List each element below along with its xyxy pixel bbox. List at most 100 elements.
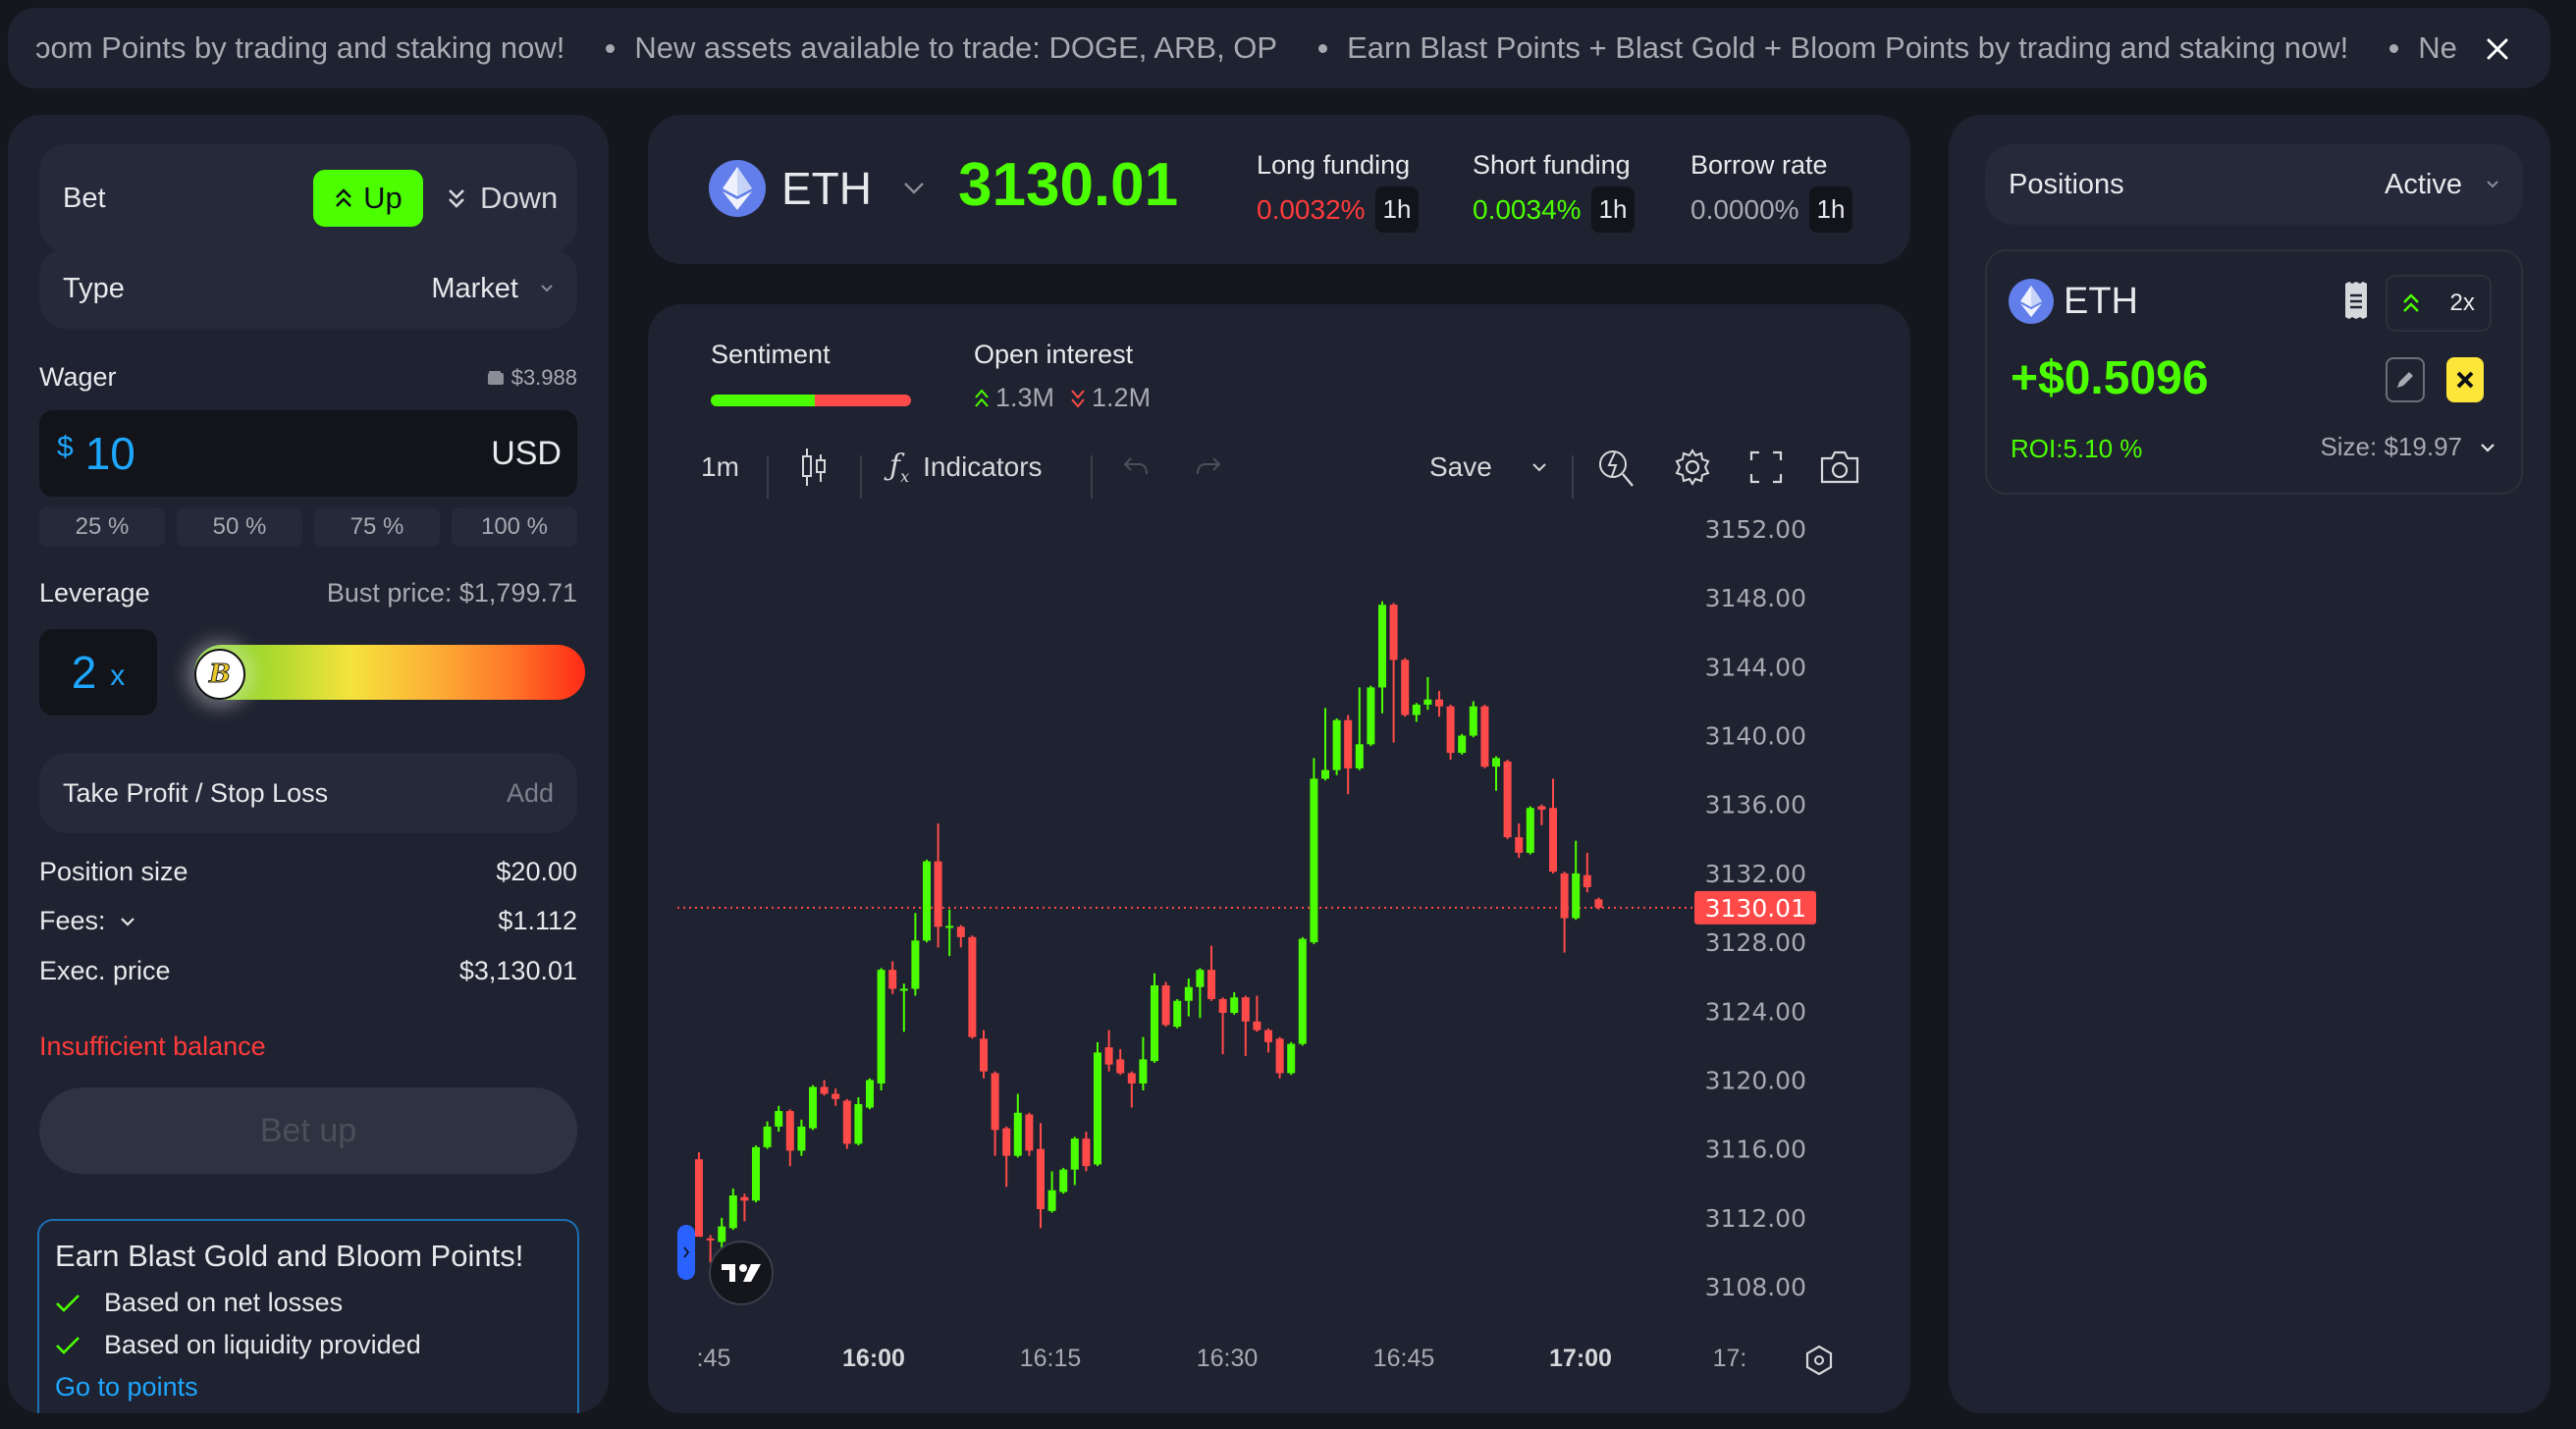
pct-50-button[interactable]: 50 %	[177, 507, 302, 547]
positions-filter-value: Active	[2385, 168, 2462, 200]
candle-body	[1480, 706, 1489, 767]
position-roi: ROI:5.10 %	[2011, 434, 2143, 463]
candle-body	[1208, 970, 1215, 999]
ticker-track: ɔom Points by trading and staking now! N…	[35, 8, 2457, 88]
tpsl-row[interactable]: Take Profit / Stop Loss Add	[39, 753, 577, 833]
price-chart[interactable]: 3152.00 3148.00 3144.00 3140.00 3136.00 3132.…	[648, 304, 1910, 1413]
bet-down-button[interactable]: Down	[447, 170, 558, 227]
position-size-toggle[interactable]: Size: $19.97	[2320, 432, 2496, 462]
candle	[899, 983, 908, 1032]
candle	[1037, 1123, 1045, 1229]
axis-settings-button[interactable]	[1804, 1345, 1834, 1376]
pct-75-button[interactable]: 75 %	[314, 507, 440, 547]
check-icon	[56, 1294, 80, 1312]
ticker-item[interactable]: Ne	[2418, 30, 2457, 66]
candle-body	[1139, 1059, 1148, 1084]
close-icon	[2456, 371, 2474, 389]
leverage-slider-thumb[interactable]: B	[194, 649, 245, 700]
candle	[1389, 603, 1398, 743]
wager-currency-symbol: $	[57, 431, 74, 463]
y-tick-label: 3108.00	[1705, 1273, 1806, 1301]
position-asset-name: ETH	[2064, 280, 2138, 322]
wager-label: Wager	[39, 362, 117, 392]
candle-body	[1401, 660, 1410, 715]
candle	[1515, 823, 1524, 859]
candle	[956, 925, 965, 948]
candle-body	[1094, 1052, 1101, 1165]
candle	[797, 1119, 806, 1156]
close-icon	[2487, 38, 2508, 60]
candle-body	[911, 940, 920, 989]
candle-body	[1230, 997, 1239, 1014]
candle-body	[1047, 1190, 1056, 1211]
candle	[809, 1085, 817, 1131]
bet-up-button[interactable]: Up	[313, 170, 423, 227]
candle-body	[1367, 687, 1375, 745]
candle	[1355, 687, 1364, 770]
ticker-item[interactable]: New assets available to trade: DOGE, ARB…	[634, 30, 1277, 66]
candle	[1446, 704, 1455, 761]
candle	[1241, 995, 1250, 1056]
pencil-icon	[2397, 372, 2413, 388]
candle-body	[785, 1111, 794, 1151]
asset-selector[interactable]: ETH	[709, 160, 925, 217]
candle	[1594, 897, 1603, 910]
candle	[820, 1080, 829, 1096]
promo-item-text: Based on net losses	[104, 1288, 344, 1317]
candle	[1151, 973, 1158, 1063]
wager-input[interactable]: $ 10 USD	[39, 410, 577, 497]
tpsl-add-button[interactable]: Add	[507, 778, 554, 809]
candle-body	[980, 1038, 988, 1072]
mark-price: 3130.01	[958, 151, 1179, 219]
leverage-slider[interactable]	[194, 645, 585, 700]
candle	[1583, 852, 1591, 893]
candle	[695, 1152, 703, 1238]
hexagon-settings-icon	[1805, 1345, 1833, 1376]
x-tick-label: :45	[697, 1345, 731, 1372]
pct-100-button[interactable]: 100 %	[452, 507, 577, 547]
candle	[911, 913, 920, 996]
drawing-toolbar-toggle[interactable]	[677, 1225, 695, 1280]
candle-body	[1161, 984, 1170, 1026]
candle	[1537, 804, 1546, 825]
submit-bet-button[interactable]: Bet up	[39, 1087, 577, 1174]
candle	[1412, 703, 1421, 722]
ticker-item[interactable]: ɔom Points by trading and staking now!	[35, 30, 564, 66]
pct-25-button[interactable]: 25 %	[39, 507, 165, 547]
go-to-points-link[interactable]: Go to points	[55, 1372, 562, 1403]
candle-body	[1196, 970, 1205, 987]
wager-value[interactable]: 10	[85, 427, 492, 480]
interval-badge: 1h	[1590, 186, 1636, 233]
positions-filter-select[interactable]: Active	[2385, 169, 2499, 201]
candle-body	[1173, 1000, 1182, 1028]
edit-position-button[interactable]	[2386, 357, 2425, 402]
receipt-icon	[2345, 282, 2367, 319]
x-tick-label: 17:00	[1549, 1345, 1612, 1372]
order-type-select[interactable]: Type Market	[39, 248, 577, 329]
candle	[923, 859, 931, 943]
leverage-input[interactable]: 2 x	[39, 629, 157, 715]
ticker-close-button[interactable]	[2478, 29, 2517, 69]
chart-panel: Sentiment Open interest 1.3M 1.2M 1m ƒx …	[648, 304, 1910, 1413]
candle	[1139, 1036, 1148, 1090]
candle	[854, 1097, 863, 1146]
promo-item: Based on net losses	[55, 1288, 562, 1318]
y-tick-label: 3132.00	[1705, 860, 1806, 888]
candle-body	[763, 1126, 772, 1147]
receipt-button[interactable]	[2344, 281, 2368, 320]
fees-toggle[interactable]: Fees:	[39, 906, 135, 936]
tradingview-logo[interactable]	[709, 1241, 774, 1305]
ticker-item[interactable]: Earn Blast Points + Blast Gold + Bloom P…	[1347, 30, 2348, 66]
type-value: Market	[431, 272, 518, 304]
tradingview-logo-icon	[722, 1264, 761, 1282]
y-tick-label: 3136.00	[1705, 791, 1806, 820]
candle	[1378, 601, 1386, 714]
candle-body	[1082, 1138, 1091, 1167]
candle	[1230, 991, 1239, 1015]
close-position-button[interactable]	[2446, 357, 2484, 402]
candle	[1321, 708, 1329, 781]
short-funding-value: 0.0034%	[1473, 193, 1582, 225]
candle-body	[797, 1126, 806, 1151]
candle	[1218, 997, 1227, 1055]
wallet-icon	[487, 370, 504, 385]
